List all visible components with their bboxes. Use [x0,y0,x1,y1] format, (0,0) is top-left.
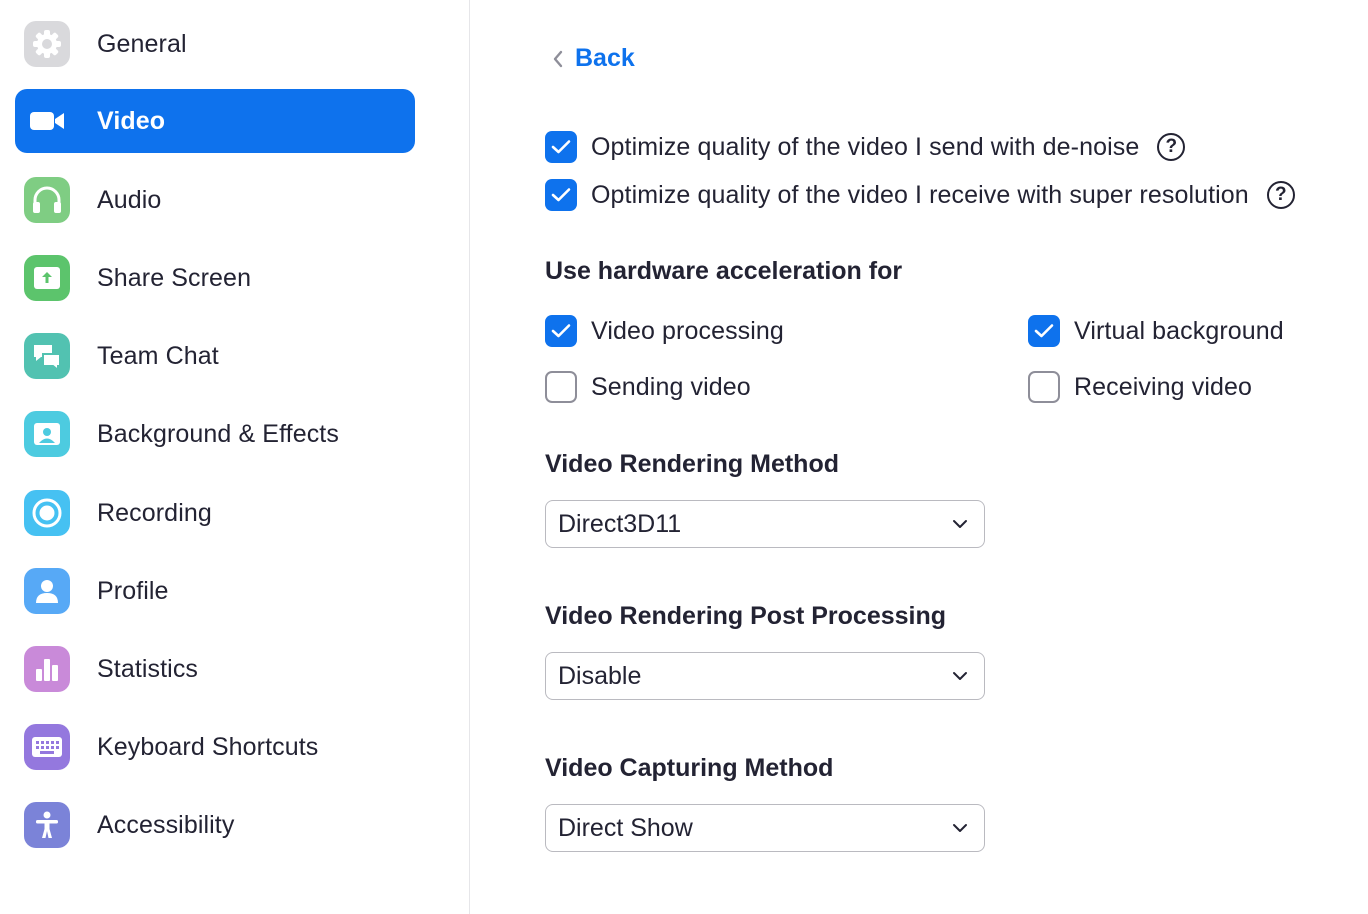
video-processing-checkbox[interactable] [545,315,577,347]
checkbox-label: Video processing [591,316,784,345]
back-label: Back [575,44,635,72]
optimize-send-denoise-checkbox[interactable] [545,131,577,163]
checkmark-icon [551,324,571,338]
sidebar-item-statistics[interactable]: Statistics [15,637,415,701]
person-icon [24,568,70,614]
chevron-down-icon [953,824,967,832]
sidebar-item-label: Share Screen [97,263,252,292]
select-value: Disable [558,661,642,690]
help-icon[interactable]: ? [1266,181,1295,209]
headphones-icon [24,177,70,223]
receiving-video-checkbox[interactable] [1028,371,1060,403]
video-camera-icon [24,98,70,144]
sidebar-item-label: Keyboard Shortcuts [97,732,319,761]
virtual-background-checkbox[interactable] [1028,315,1060,347]
sidebar-item-label: Background & Effects [97,419,339,448]
sidebar-item-label: Video [97,106,166,135]
sending-video-checkbox[interactable] [545,371,577,403]
checkmark-icon [551,188,571,202]
keyboard-icon [24,724,70,770]
sidebar-item-share-screen[interactable]: Share Screen [15,246,415,310]
sidebar-item-recording[interactable]: Recording [15,481,415,545]
sidebar-item-audio[interactable]: Audio [15,168,415,232]
virtual-background-row: Virtual background [1028,315,1284,347]
optimize-receive-super-resolution-checkbox[interactable] [545,179,577,211]
sidebar-item-accessibility[interactable]: Accessibility [15,793,415,857]
checkbox-label: Receiving video [1074,372,1252,401]
sidebar-item-profile[interactable]: Profile [15,559,415,623]
help-icon[interactable]: ? [1157,133,1186,161]
record-icon [24,490,70,536]
video-processing-row: Video processing [545,315,784,347]
share-screen-icon [24,255,70,301]
sending-video-row: Sending video [545,371,751,403]
hardware-acceleration-title: Use hardware acceleration for [545,257,903,285]
video-settings-panel: Back Optimize quality of the video I sen… [471,0,1368,914]
checkmark-icon [551,140,571,154]
checkbox-label: Optimize quality of the video I send wit… [591,132,1140,161]
chevron-down-icon [953,672,967,680]
checkbox-label: Sending video [591,372,751,401]
chevron-down-icon [953,520,967,528]
portrait-icon [24,411,70,457]
optimize-receive-super-resolution-row: Optimize quality of the video I receive … [545,179,1295,211]
help-glyph: ? [1165,136,1178,157]
accessibility-icon [24,802,70,848]
sidebar-item-label: Team Chat [97,341,219,370]
receiving-video-row: Receiving video [1028,371,1252,403]
select-value: Direct3D11 [558,509,682,538]
post-processing-select[interactable]: Disable [545,652,985,700]
help-glyph: ? [1275,184,1287,205]
checkmark-icon [1034,324,1054,338]
rendering-method-title: Video Rendering Method [545,450,839,478]
sidebar-item-general[interactable]: General [15,12,415,76]
sidebar-item-label: General [97,29,187,58]
sidebar-item-background-effects[interactable]: Background & Effects [15,402,415,466]
sidebar-item-label: Accessibility [97,810,235,839]
back-button[interactable]: Back [551,44,635,73]
sidebar-item-label: Profile [97,576,169,605]
capturing-method-title: Video Capturing Method [545,754,834,782]
sidebar-item-label: Audio [97,185,162,214]
optimize-send-denoise-row: Optimize quality of the video I send wit… [545,131,1186,163]
sidebar-item-label: Statistics [97,654,199,683]
chat-bubbles-icon [24,333,70,379]
bar-chart-icon [24,646,70,692]
sidebar-item-video[interactable]: Video [15,89,415,153]
sidebar-item-keyboard-shortcuts[interactable]: Keyboard Shortcuts [15,715,415,779]
sidebar-item-team-chat[interactable]: Team Chat [15,324,415,388]
rendering-method-select[interactable]: Direct3D11 [545,500,985,548]
capturing-method-select[interactable]: Direct Show [545,804,985,852]
post-processing-title: Video Rendering Post Processing [545,602,947,630]
select-value: Direct Show [558,813,693,842]
sidebar-item-label: Recording [97,498,212,527]
settings-sidebar: General Video Audio Share Screen Team Ch… [0,0,470,914]
checkbox-label: Virtual background [1074,316,1284,345]
checkbox-label: Optimize quality of the video I receive … [591,180,1249,209]
chevron-left-icon [553,50,563,67]
gear-icon [24,21,70,67]
